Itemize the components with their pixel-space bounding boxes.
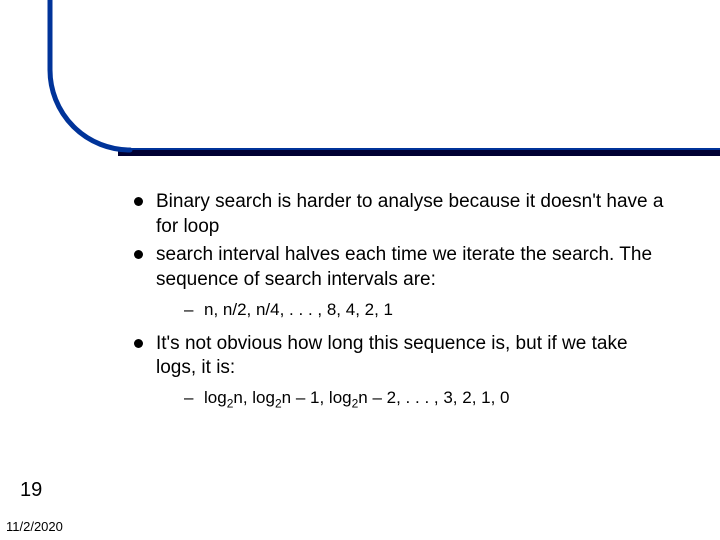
bullet-text: Binary search is harder to analyse becau… bbox=[156, 191, 663, 237]
bullet-text: It's not obvious how long this sequence … bbox=[156, 333, 628, 379]
date-footer: 11/2/2020 bbox=[6, 519, 63, 534]
slide-header-decoration bbox=[0, 0, 720, 160]
sub-bullet-list: n, n/2, n/4, . . . , 8, 4, 2, 1 bbox=[156, 299, 670, 322]
bullet-item: It's not obvious how long this sequence … bbox=[130, 332, 670, 410]
sub-bullet-list: log2n, log2n – 1, log2n – 2, . . . , 3, … bbox=[156, 387, 670, 410]
sub-bullet-item: log2n, log2n – 1, log2n – 2, . . . , 3, … bbox=[180, 387, 670, 410]
log-expression: log2n, log2n – 1, log2n – 2, . . . , 3, … bbox=[204, 388, 510, 407]
main-bullet-list: Binary search is harder to analyse becau… bbox=[130, 190, 670, 410]
bullet-text: search interval halves each time we iter… bbox=[156, 244, 652, 290]
bullet-item: Binary search is harder to analyse becau… bbox=[130, 190, 670, 239]
bullet-item: search interval halves each time we iter… bbox=[130, 243, 670, 321]
slide-content: Binary search is harder to analyse becau… bbox=[130, 190, 670, 420]
sub-bullet-item: n, n/2, n/4, . . . , 8, 4, 2, 1 bbox=[180, 299, 670, 322]
slide-number: 19 bbox=[20, 479, 42, 502]
sub-bullet-text: n, n/2, n/4, . . . , 8, 4, 2, 1 bbox=[204, 300, 393, 319]
